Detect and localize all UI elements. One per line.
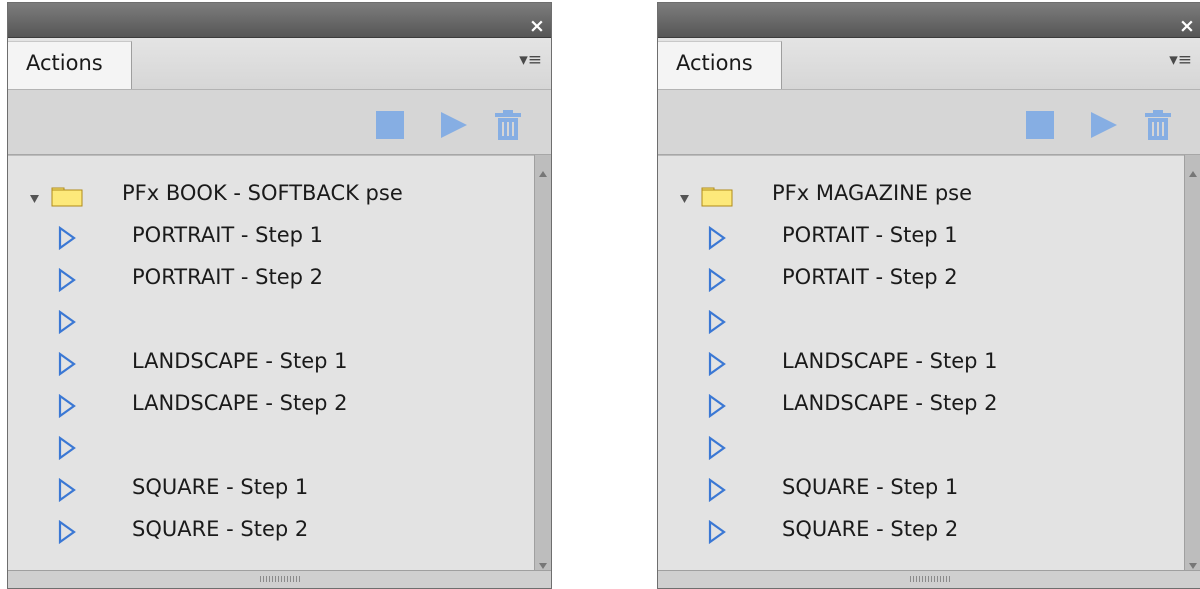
actions-toolbar [658, 90, 1200, 155]
play-icon[interactable] [58, 351, 76, 377]
play-icon[interactable] [436, 108, 470, 142]
play-icon[interactable] [708, 267, 726, 293]
actions-list: PFx BOOK - SOFTBACK pse PORTRAIT - Step 1… [8, 155, 534, 571]
panel-footer [8, 570, 551, 588]
tab-actions[interactable]: Actions [8, 41, 132, 89]
play-icon[interactable] [58, 477, 76, 503]
play-icon[interactable] [708, 435, 726, 461]
scroll-down-arrow-icon[interactable] [538, 555, 548, 569]
play-icon[interactable] [708, 225, 726, 251]
trash-icon[interactable] [1141, 108, 1175, 142]
action-label: PORTRAIT - Step 1 [132, 223, 323, 247]
action-label: PORTRAIT - Step 2 [132, 265, 323, 289]
play-icon[interactable] [58, 393, 76, 419]
play-icon[interactable] [708, 519, 726, 545]
play-icon[interactable] [1086, 108, 1120, 142]
action-row[interactable]: PORTAIT - Step 1 [658, 218, 1184, 258]
action-row[interactable] [658, 428, 1184, 468]
scroll-up-arrow-icon[interactable] [1188, 163, 1198, 177]
action-label: LANDSCAPE - Step 1 [782, 349, 998, 373]
panel-menu-icon[interactable]: ▾≡ [519, 50, 542, 70]
play-icon[interactable] [708, 477, 726, 503]
action-row[interactable]: SQUARE - Step 1 [658, 470, 1184, 510]
vertical-scrollbar[interactable] [534, 155, 551, 571]
actions-toolbar [8, 90, 551, 155]
action-row[interactable]: SQUARE - Step 2 [658, 512, 1184, 552]
action-row[interactable] [8, 302, 534, 342]
action-set-label: PFx BOOK - SOFTBACK pse [122, 181, 403, 205]
actions-panel-left: × Actions ▾≡ PFx BOOK - SOFTBACK pse PORTRA… [7, 2, 552, 589]
play-icon[interactable] [708, 309, 726, 335]
action-label: SQUARE - Step 2 [132, 517, 309, 541]
action-row[interactable] [658, 302, 1184, 342]
action-row[interactable]: PORTAIT - Step 2 [658, 260, 1184, 300]
action-label: LANDSCAPE - Step 1 [132, 349, 348, 373]
expand-triangle-icon[interactable] [680, 188, 689, 203]
action-row[interactable]: PORTRAIT - Step 1 [8, 218, 534, 258]
panel-titlebar: × [8, 3, 551, 38]
panel-titlebar: × [658, 3, 1200, 38]
tab-bar: Actions ▾≡ [8, 38, 551, 90]
play-icon[interactable] [708, 351, 726, 377]
action-label: SQUARE - Step 1 [132, 475, 309, 499]
scroll-up-arrow-icon[interactable] [538, 163, 548, 177]
action-label: LANDSCAPE - Step 2 [782, 391, 998, 415]
actions-panel-right: × Actions ▾≡ PFx MAGAZINE pse PORTAIT - Ste… [657, 2, 1200, 589]
action-row[interactable]: LANDSCAPE - Step 2 [8, 386, 534, 426]
tab-bar: Actions ▾≡ [658, 38, 1200, 90]
resize-grip-icon[interactable] [909, 576, 950, 582]
action-set-row[interactable]: PFx BOOK - SOFTBACK pse [8, 176, 534, 216]
play-icon[interactable] [58, 519, 76, 545]
actions-list: PFx MAGAZINE pse PORTAIT - Step 1 PORTAIT … [658, 155, 1184, 571]
folder-icon [51, 185, 83, 207]
panel-footer [658, 570, 1200, 588]
action-label: SQUARE - Step 1 [782, 475, 959, 499]
action-row[interactable]: LANDSCAPE - Step 1 [8, 344, 534, 384]
vertical-scrollbar[interactable] [1184, 155, 1200, 571]
action-label: PORTAIT - Step 1 [782, 223, 958, 247]
play-icon[interactable] [708, 393, 726, 419]
tab-actions[interactable]: Actions [658, 41, 782, 89]
expand-triangle-icon[interactable] [30, 188, 39, 203]
action-set-row[interactable]: PFx MAGAZINE pse [658, 176, 1184, 216]
folder-icon [701, 185, 733, 207]
play-icon[interactable] [58, 225, 76, 251]
action-row[interactable] [8, 428, 534, 468]
action-row[interactable]: LANDSCAPE - Step 1 [658, 344, 1184, 384]
play-icon[interactable] [58, 309, 76, 335]
close-icon[interactable]: × [527, 16, 547, 36]
action-label: LANDSCAPE - Step 2 [132, 391, 348, 415]
action-label: SQUARE - Step 2 [782, 517, 959, 541]
stop-icon[interactable] [1023, 108, 1057, 142]
panel-menu-icon[interactable]: ▾≡ [1169, 50, 1192, 70]
scroll-down-arrow-icon[interactable] [1188, 555, 1198, 569]
play-icon[interactable] [58, 267, 76, 293]
action-row[interactable]: LANDSCAPE - Step 2 [658, 386, 1184, 426]
close-icon[interactable]: × [1177, 16, 1197, 36]
action-row[interactable]: PORTRAIT - Step 2 [8, 260, 534, 300]
resize-grip-icon[interactable] [259, 576, 300, 582]
stop-icon[interactable] [373, 108, 407, 142]
play-icon[interactable] [58, 435, 76, 461]
action-set-label: PFx MAGAZINE pse [772, 181, 973, 205]
action-row[interactable]: SQUARE - Step 2 [8, 512, 534, 552]
action-label: PORTAIT - Step 2 [782, 265, 958, 289]
action-row[interactable]: SQUARE - Step 1 [8, 470, 534, 510]
trash-icon[interactable] [491, 108, 525, 142]
